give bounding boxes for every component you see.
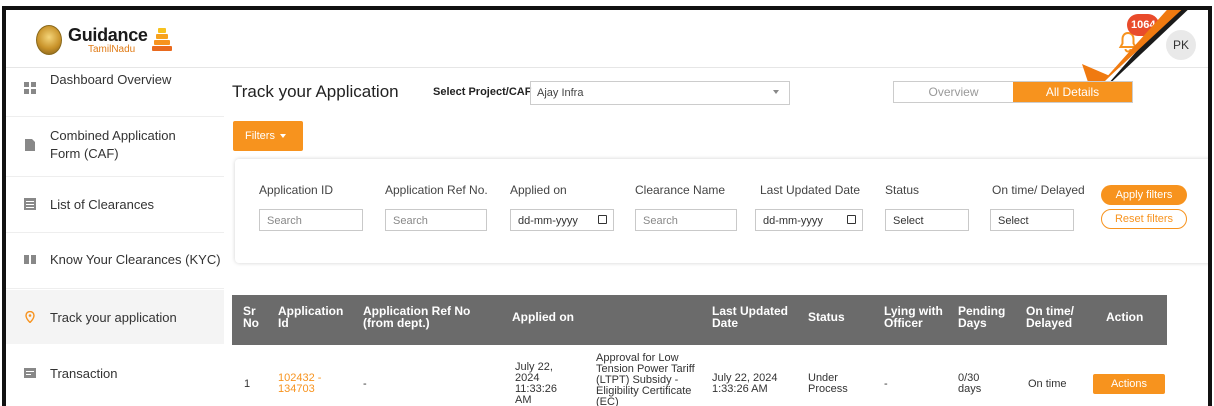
book-icon (24, 255, 36, 264)
apply-filters-button[interactable]: Apply filters (1101, 185, 1187, 205)
cell-application-ref: - (363, 378, 367, 390)
applied-on-date-input[interactable]: dd-mm-yyyy (510, 209, 614, 231)
col-sr-no: Sr No (243, 304, 259, 330)
sidebar-item-label: Transaction (50, 365, 118, 381)
col-applied-on: Applied on (512, 310, 574, 324)
cell-last-updated: July 22, 2024 1:33:26 AM (712, 372, 778, 395)
filter-panel: Application ID Search Application Ref No… (235, 159, 1208, 263)
cell-lying-with-officer: - (884, 378, 888, 390)
top-header: Guidance TamilNadu 1064 PK (6, 10, 1208, 94)
cell-status: Under Process (808, 372, 848, 395)
guidance-logo[interactable]: Guidance TamilNadu (36, 20, 172, 60)
table-row: 1 102432 - 134703 - July 22, 2024 11:33:… (232, 345, 1167, 406)
actions-button[interactable]: Actions (1093, 374, 1165, 394)
transaction-icon (24, 368, 36, 378)
status-select[interactable]: Select (885, 209, 969, 231)
project-select-label: Select Project/CAF (433, 86, 532, 98)
col-application-id: Application Id (278, 304, 344, 330)
filters-button[interactable]: Filters (233, 121, 303, 151)
application-id-link[interactable]: 102432 - 134703 (278, 373, 338, 395)
location-pin-icon (25, 311, 35, 323)
tab-all-details[interactable]: All Details (1013, 82, 1132, 102)
reset-filters-button[interactable]: Reset filters (1101, 209, 1187, 229)
document-icon (25, 139, 35, 151)
filters-button-label: Filters (245, 130, 275, 142)
applied-on-date-value: dd-mm-yyyy (518, 215, 578, 227)
cell-clearance-name: Approval for Low Tension Power Tariff (L… (596, 352, 695, 406)
dashboard-grid-icon (24, 82, 36, 94)
project-select-value: Ajay Infra (537, 87, 584, 99)
sidebar-item-dashboard[interactable]: Dashboard Overview (6, 68, 224, 108)
filter-label-application-id: Application ID (259, 183, 334, 197)
view-toggle: Overview All Details (893, 81, 1133, 103)
application-id-search-input[interactable]: Search (259, 209, 363, 231)
sidebar-item-label: Dashboard Overview (50, 71, 172, 87)
app-frame: Guidance TamilNadu 1064 PK Dashboard Ove… (2, 6, 1212, 406)
clearance-name-search-input[interactable]: Search (635, 209, 737, 231)
user-avatar[interactable]: PK (1166, 30, 1196, 60)
sidebar-item-clearances[interactable]: List of Clearances (6, 178, 224, 230)
filter-label-clearance-name: Clearance Name (635, 183, 726, 197)
sidebar: Dashboard Overview Combined Application … (6, 68, 224, 406)
col-lying-with-officer: Lying with Officer (884, 304, 943, 330)
tab-overview[interactable]: Overview (894, 82, 1013, 102)
tn-emblem-icon (36, 25, 62, 55)
last-updated-date-input[interactable]: dd-mm-yyyy (755, 209, 863, 231)
last-updated-date-value: dd-mm-yyyy (763, 215, 823, 227)
sidebar-item-label: Know Your Clearances (KYC) (50, 251, 221, 267)
col-status: Status (808, 310, 845, 324)
page-title: Track your Application (232, 82, 399, 101)
notification-count-badge: 1064 (1127, 14, 1160, 36)
sidebar-item-kyc[interactable]: Know Your Clearances (KYC) (6, 234, 224, 284)
logo-title: Guidance (68, 24, 148, 45)
cell-applied-on: July 22, 2024 11:33:26 AM (515, 361, 558, 406)
col-on-time-delayed: On time/ Delayed (1026, 304, 1075, 330)
divider (6, 116, 224, 117)
cell-pending-days: 0/30 days (958, 372, 982, 395)
on-time-select[interactable]: Select (990, 209, 1074, 231)
chevron-down-icon (773, 90, 779, 94)
sidebar-item-track[interactable]: Track your application (6, 290, 224, 344)
sidebar-item-label: Combined Application Form (CAF) (50, 128, 176, 161)
sidebar-item-transaction[interactable]: Transaction (6, 346, 224, 400)
list-icon (24, 198, 36, 210)
col-last-updated: Last Updated Date (712, 304, 789, 330)
cell-on-time: On time (1028, 378, 1067, 390)
logo-subtitle: TamilNadu (88, 43, 136, 55)
filter-label-applied-on: Applied on (510, 183, 567, 197)
sidebar-item-caf[interactable]: Combined Application Form (CAF) (6, 118, 224, 172)
project-select[interactable]: Ajay Infra (530, 81, 790, 105)
filter-label-last-updated: Last Updated Date (760, 183, 861, 197)
logo-flame-icon (151, 26, 172, 54)
calendar-icon (847, 215, 856, 224)
filter-label-status: Status (885, 183, 920, 197)
filter-label-application-ref: Application Ref No. (385, 183, 488, 197)
cell-sr-no: 1 (244, 378, 251, 390)
col-application-ref: Application Ref No (from dept.) (363, 304, 471, 330)
sidebar-item-label: Track your application (50, 309, 177, 325)
divider (6, 176, 224, 177)
main-content: Track your Application Select Project/CA… (232, 68, 1208, 406)
col-action: Action (1106, 310, 1144, 324)
col-pending-days: Pending Days (958, 304, 1006, 330)
divider (6, 232, 224, 233)
calendar-icon (598, 215, 607, 224)
filter-label-on-time: On time/ Delayed (992, 183, 1085, 197)
sidebar-item-label: List of Clearances (50, 196, 155, 212)
application-ref-search-input[interactable]: Search (385, 209, 487, 231)
table-header: Sr No Application Id Application Ref No … (232, 295, 1167, 345)
chevron-down-icon (279, 134, 286, 138)
divider (6, 288, 224, 289)
